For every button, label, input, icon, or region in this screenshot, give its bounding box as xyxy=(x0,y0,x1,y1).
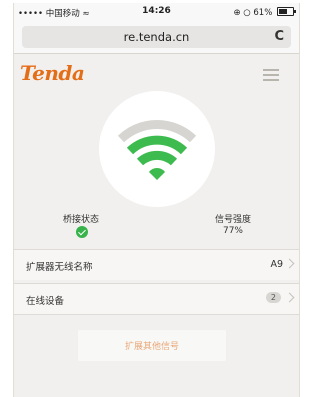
status-right: ⊕ ○ 61% xyxy=(233,7,296,18)
reload-icon[interactable]: C xyxy=(274,29,284,44)
signal-strength-label: 信号强度 xyxy=(214,215,251,225)
address-bar[interactable]: re.tenda.cn C xyxy=(22,26,291,48)
wifi-arc-middle xyxy=(136,150,178,166)
list-item-wifi-name[interactable]: 扩展器无线名称 A9 xyxy=(14,249,299,280)
check-icon xyxy=(76,226,88,238)
chevron-right-icon xyxy=(284,258,295,269)
tenda-logo: Tenda xyxy=(20,61,85,85)
alarm-icon: ○ xyxy=(243,8,251,18)
signal-circle xyxy=(99,91,215,207)
wifi-arc-upper xyxy=(126,135,188,155)
signal-strength-value: 77% xyxy=(222,226,243,236)
url-text[interactable]: re.tenda.cn xyxy=(22,30,291,44)
online-devices-label: 在线设备 xyxy=(26,296,65,307)
hamburger-menu-icon[interactable] xyxy=(263,69,279,81)
battery-icon xyxy=(277,7,296,16)
location-icon: ⊕ xyxy=(233,8,241,18)
wifi-name-value: A9 xyxy=(270,259,283,270)
list-item-online-devices[interactable]: 在线设备 2 xyxy=(14,283,299,315)
wifi-dot xyxy=(149,168,165,180)
app-header: Tenda xyxy=(14,53,299,93)
device-count-badge: 2 xyxy=(265,292,281,303)
bridge-status-label: 桥接状态 xyxy=(62,215,99,225)
browser-toolbar: re.tenda.cn C xyxy=(14,21,299,54)
wifi-name-label: 扩展器无线名称 xyxy=(26,262,93,273)
wifi-signal-icon xyxy=(117,120,197,180)
battery-percent: 61% xyxy=(253,8,273,18)
extend-other-signal-button[interactable]: 扩展其他信号 xyxy=(78,330,226,361)
chevron-right-icon xyxy=(284,292,295,303)
status-bar: ••••• 中国移动 ≈ 14:26 ⊕ ○ 61% xyxy=(14,3,299,21)
phone-screen: ••••• 中国移动 ≈ 14:26 ⊕ ○ 61% re.tenda.cn C… xyxy=(13,3,300,397)
